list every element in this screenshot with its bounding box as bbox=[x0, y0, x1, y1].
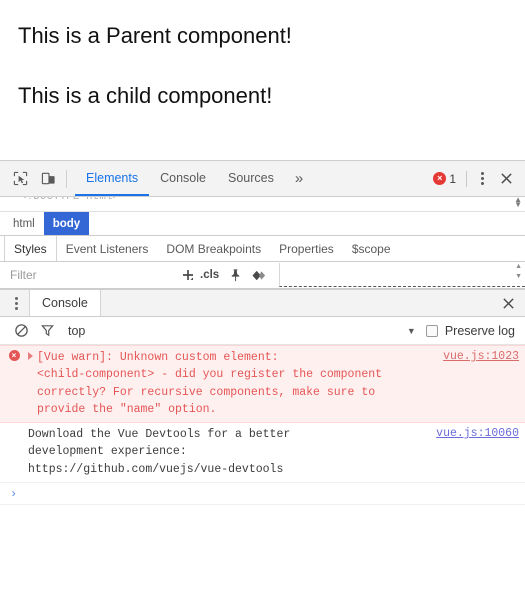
breadcrumb: html body bbox=[0, 212, 525, 236]
console-message-info[interactable]: Download the Vue Devtools for a better d… bbox=[0, 423, 525, 483]
drawer-tab-console[interactable]: Console bbox=[29, 290, 101, 316]
error-count-label: 1 bbox=[449, 171, 456, 186]
console-context-selector[interactable]: top bbox=[68, 324, 85, 338]
console-error-source-link[interactable]: vue.js:1023 bbox=[443, 350, 519, 363]
tab-styles[interactable]: Styles bbox=[4, 236, 57, 261]
inspect-cursor-icon[interactable] bbox=[6, 166, 34, 192]
error-circle-icon: × bbox=[433, 172, 447, 185]
console-message-error[interactable]: × [Vue warn]: Unknown custom element: <c… bbox=[0, 345, 525, 423]
console-prompt-caret-icon: › bbox=[10, 486, 18, 501]
toolbar-separator bbox=[66, 169, 67, 188]
preserve-log-label: Preserve log bbox=[444, 323, 515, 338]
parent-component-text: This is a Parent component! bbox=[18, 23, 292, 48]
drawer-menu-kebab-icon[interactable] bbox=[4, 290, 29, 316]
devtools-panel-tabs: Elements Console Sources » bbox=[75, 161, 313, 196]
styles-filter-input[interactable] bbox=[8, 267, 176, 283]
console-message-gutter bbox=[0, 426, 28, 478]
toolbar-divider bbox=[466, 170, 467, 187]
log-level-chevron-down-icon[interactable]: ▼ bbox=[397, 326, 426, 336]
tab-elements[interactable]: Elements bbox=[75, 161, 150, 196]
console-message-gutter: × bbox=[0, 349, 28, 418]
elements-tree-sliver[interactable]: <!DOCTYPE html> ▲ ▼ bbox=[0, 197, 525, 212]
close-devtools-icon[interactable] bbox=[492, 169, 521, 188]
breadcrumb-item-html[interactable]: html bbox=[4, 212, 44, 235]
console-filter-bar: top ▼ Preserve log bbox=[0, 317, 525, 345]
tab-scope[interactable]: $scope bbox=[343, 236, 400, 261]
styles-filter-row: .cls ▲▼ bbox=[0, 262, 525, 289]
error-circle-icon: × bbox=[8, 350, 20, 361]
tab-properties[interactable]: Properties bbox=[270, 236, 343, 261]
toggle-element-state-cls-button[interactable]: .cls bbox=[200, 269, 223, 281]
breadcrumb-item-body[interactable]: body bbox=[43, 212, 90, 235]
error-count-badge[interactable]: × 1 bbox=[433, 172, 460, 186]
tab-sources[interactable]: Sources bbox=[217, 161, 285, 196]
styles-rule-area[interactable]: ▲ ▼ bbox=[279, 263, 525, 287]
drawer-spacer bbox=[101, 290, 492, 316]
preserve-log-toggle[interactable]: Preserve log bbox=[425, 323, 525, 338]
console-info-source-link[interactable]: vue.js:10060 bbox=[436, 427, 519, 440]
console-message-list: × [Vue warn]: Unknown custom element: <c… bbox=[0, 345, 525, 589]
devtools-main-toolbar: Elements Console Sources » × 1 bbox=[0, 161, 525, 197]
filter-funnel-icon[interactable] bbox=[34, 320, 60, 342]
rendered-page-content: This is a Parent component! This is a ch… bbox=[0, 0, 525, 160]
pin-icon[interactable] bbox=[223, 264, 247, 286]
devtools-settings-kebab-icon[interactable] bbox=[473, 168, 492, 189]
clear-console-icon[interactable] bbox=[8, 320, 34, 342]
expand-triangle-icon[interactable] bbox=[28, 352, 33, 360]
devtools-window: Elements Console Sources » × 1 <!DOCTYPE… bbox=[0, 160, 525, 589]
new-style-rule-plus-icon[interactable] bbox=[176, 264, 200, 286]
console-prompt-row[interactable]: › bbox=[0, 483, 525, 505]
tab-event-listeners[interactable]: Event Listeners bbox=[57, 236, 158, 261]
child-component-text: This is a child component! bbox=[18, 82, 273, 108]
tab-console[interactable]: Console bbox=[149, 161, 217, 196]
device-toolbar-icon[interactable] bbox=[34, 166, 62, 192]
styles-sidebar-tabs: Styles Event Listeners DOM Breakpoints P… bbox=[0, 236, 525, 262]
doctype-line: <!DOCTYPE html> bbox=[20, 197, 120, 203]
more-tabs-chevron-icon[interactable]: » bbox=[285, 161, 313, 196]
elements-scroll-arrows[interactable]: ▲ ▼ bbox=[514, 197, 522, 209]
close-drawer-icon[interactable] bbox=[492, 290, 525, 316]
preserve-log-checkbox[interactable] bbox=[425, 324, 438, 337]
tab-dom-breakpoints[interactable]: DOM Breakpoints bbox=[157, 236, 270, 261]
styles-scroll-arrows[interactable]: ▲ ▼ bbox=[515, 263, 522, 280]
color-layers-icon[interactable] bbox=[247, 264, 271, 286]
drawer-tab-strip: Console bbox=[0, 289, 525, 317]
